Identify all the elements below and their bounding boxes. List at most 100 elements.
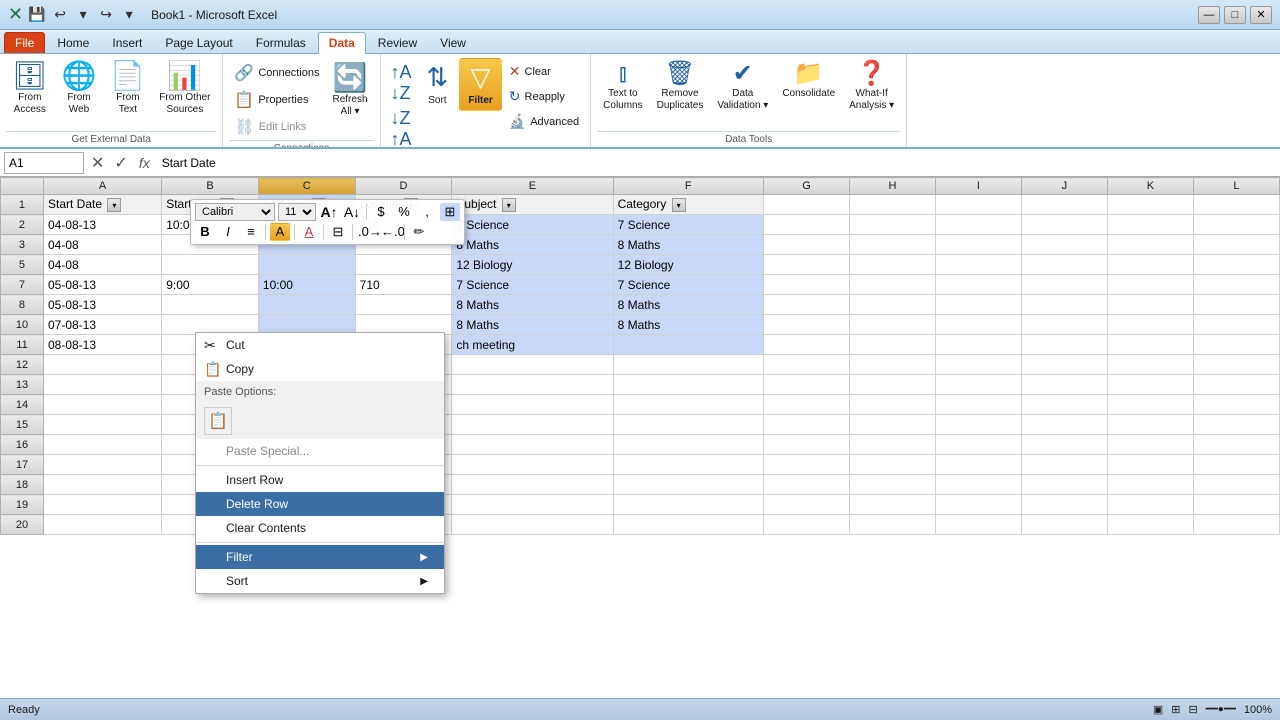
cell-i3[interactable] (935, 235, 1021, 255)
cell-k2[interactable] (1107, 215, 1193, 235)
cell-j10[interactable] (1021, 315, 1107, 335)
cell-e2[interactable]: 7 Science (452, 215, 613, 235)
from-access-button[interactable]: 🗄 FromAccess (6, 58, 54, 120)
cell-a7[interactable]: 05-08-13 (43, 275, 161, 295)
mini-percent-button[interactable]: % (394, 203, 414, 221)
cell-k11[interactable] (1107, 335, 1193, 355)
cell-g2[interactable] (764, 215, 850, 235)
close-button[interactable]: ✕ (1250, 6, 1272, 24)
undo-dropdown[interactable]: ▾ (73, 5, 93, 25)
cell-i2[interactable] (935, 215, 1021, 235)
cell-f8[interactable]: 8 Maths (613, 295, 763, 315)
col-header-i[interactable]: I (935, 178, 1021, 195)
col-header-j[interactable]: J (1021, 178, 1107, 195)
cell-l10[interactable] (1193, 315, 1279, 335)
clear-button[interactable]: ✕ Clear (504, 60, 584, 83)
mini-font-selector[interactable]: Calibri (195, 203, 275, 221)
cell-h5[interactable] (850, 255, 936, 275)
cell-a5[interactable]: 04-08 (43, 255, 161, 275)
cell-h1[interactable] (850, 195, 936, 215)
tab-review[interactable]: Review (367, 32, 428, 53)
cell-b5[interactable] (162, 255, 259, 275)
sort-az-button[interactable]: ↑A↓Z (387, 60, 416, 106)
formula-input[interactable] (158, 152, 1276, 174)
connections-button[interactable]: 🔗 Connections (229, 60, 324, 86)
mini-borders-button[interactable]: ⊟ (328, 223, 348, 241)
cell-a2[interactable]: 04-08-13 (43, 215, 161, 235)
properties-button[interactable]: 📋 Properties (229, 87, 324, 113)
consolidate-button[interactable]: 📁 Consolidate (776, 58, 841, 104)
cell-l8[interactable] (1193, 295, 1279, 315)
cell-k7[interactable] (1107, 275, 1193, 295)
cell-e3[interactable]: 8 Maths (452, 235, 613, 255)
col-header-d[interactable]: D (355, 178, 452, 195)
mini-decrease-decimal-button[interactable]: ←.0 (380, 223, 400, 241)
cell-e8[interactable]: 8 Maths (452, 295, 613, 315)
cell-j2[interactable] (1021, 215, 1107, 235)
cell-i11[interactable] (935, 335, 1021, 355)
cell-h11[interactable] (850, 335, 936, 355)
tab-insert[interactable]: Insert (101, 32, 153, 53)
name-box[interactable] (4, 152, 84, 174)
tab-file[interactable]: File (4, 32, 45, 53)
mini-comma-button[interactable]: , (417, 203, 437, 221)
cell-d5[interactable] (355, 255, 452, 275)
cell-f7[interactable]: 7 Science (613, 275, 763, 295)
col-header-g[interactable]: G (764, 178, 850, 195)
ctx-copy[interactable]: 📋 Copy (196, 357, 444, 381)
cell-l3[interactable] (1193, 235, 1279, 255)
filter-button[interactable]: ▽ Filter (459, 58, 501, 111)
cell-d8[interactable] (355, 295, 452, 315)
cell-h7[interactable] (850, 275, 936, 295)
cell-g10[interactable] (764, 315, 850, 335)
remove-duplicates-button[interactable]: 🗑 RemoveDuplicates (651, 58, 710, 116)
cell-a3[interactable]: 04-08 (43, 235, 161, 255)
sort-za-button[interactable]: ↓Z↑A (387, 106, 416, 149)
ctx-clear-contents[interactable]: Clear Contents (196, 516, 444, 540)
cell-h3[interactable] (850, 235, 936, 255)
tab-data[interactable]: Data (318, 32, 366, 54)
cell-f11[interactable] (613, 335, 763, 355)
undo-button[interactable]: ↩ (50, 5, 70, 25)
tab-formulas[interactable]: Formulas (245, 32, 317, 53)
mini-currency-button[interactable]: $ (371, 203, 391, 221)
cell-b7[interactable]: 9:00 (162, 275, 259, 295)
mini-font-color-button[interactable]: A (299, 223, 319, 241)
cell-h8[interactable] (850, 295, 936, 315)
what-if-analysis-button[interactable]: ❓ What-IfAnalysis ▾ (843, 58, 900, 116)
cell-g8[interactable] (764, 295, 850, 315)
page-break-view-button[interactable]: ⊟ (1189, 703, 1198, 716)
maximize-button[interactable]: □ (1224, 6, 1246, 24)
cell-i7[interactable] (935, 275, 1021, 295)
cell-l2[interactable] (1193, 215, 1279, 235)
mini-increase-decimal-button[interactable]: .0→ (357, 223, 377, 241)
page-layout-view-button[interactable]: ⊞ (1171, 703, 1180, 716)
cell-a11[interactable]: 08-08-13 (43, 335, 161, 355)
reapply-button[interactable]: ↻ Reapply (504, 85, 584, 108)
cell-k10[interactable] (1107, 315, 1193, 335)
cell-e7[interactable]: 7 Science (452, 275, 613, 295)
cell-h10[interactable] (850, 315, 936, 335)
mini-highlight-button[interactable]: A (270, 223, 290, 241)
cell-k8[interactable] (1107, 295, 1193, 315)
advanced-button[interactable]: 🔬 Advanced (504, 110, 584, 133)
col-header-l[interactable]: L (1193, 178, 1279, 195)
cell-g3[interactable] (764, 235, 850, 255)
cell-f10[interactable]: 8 Maths (613, 315, 763, 335)
mini-italic-button[interactable]: I (218, 223, 238, 241)
cell-g5[interactable] (764, 255, 850, 275)
cell-j1[interactable] (1021, 195, 1107, 215)
cell-e1[interactable]: Subject ▾ (452, 195, 613, 215)
cell-j7[interactable] (1021, 275, 1107, 295)
cell-l1[interactable] (1193, 195, 1279, 215)
cell-l11[interactable] (1193, 335, 1279, 355)
cell-i8[interactable] (935, 295, 1021, 315)
cell-j3[interactable] (1021, 235, 1107, 255)
cell-e5[interactable]: 12 Biology (452, 255, 613, 275)
cell-k1[interactable] (1107, 195, 1193, 215)
tab-home[interactable]: Home (46, 32, 100, 53)
mini-bold-button[interactable]: B (195, 223, 215, 241)
mini-increase-font-button[interactable]: A↑ (319, 203, 339, 221)
text-to-columns-button[interactable]: ⫾ Text toColumns (597, 58, 648, 116)
mini-more-button[interactable]: ⊞ (440, 203, 460, 221)
